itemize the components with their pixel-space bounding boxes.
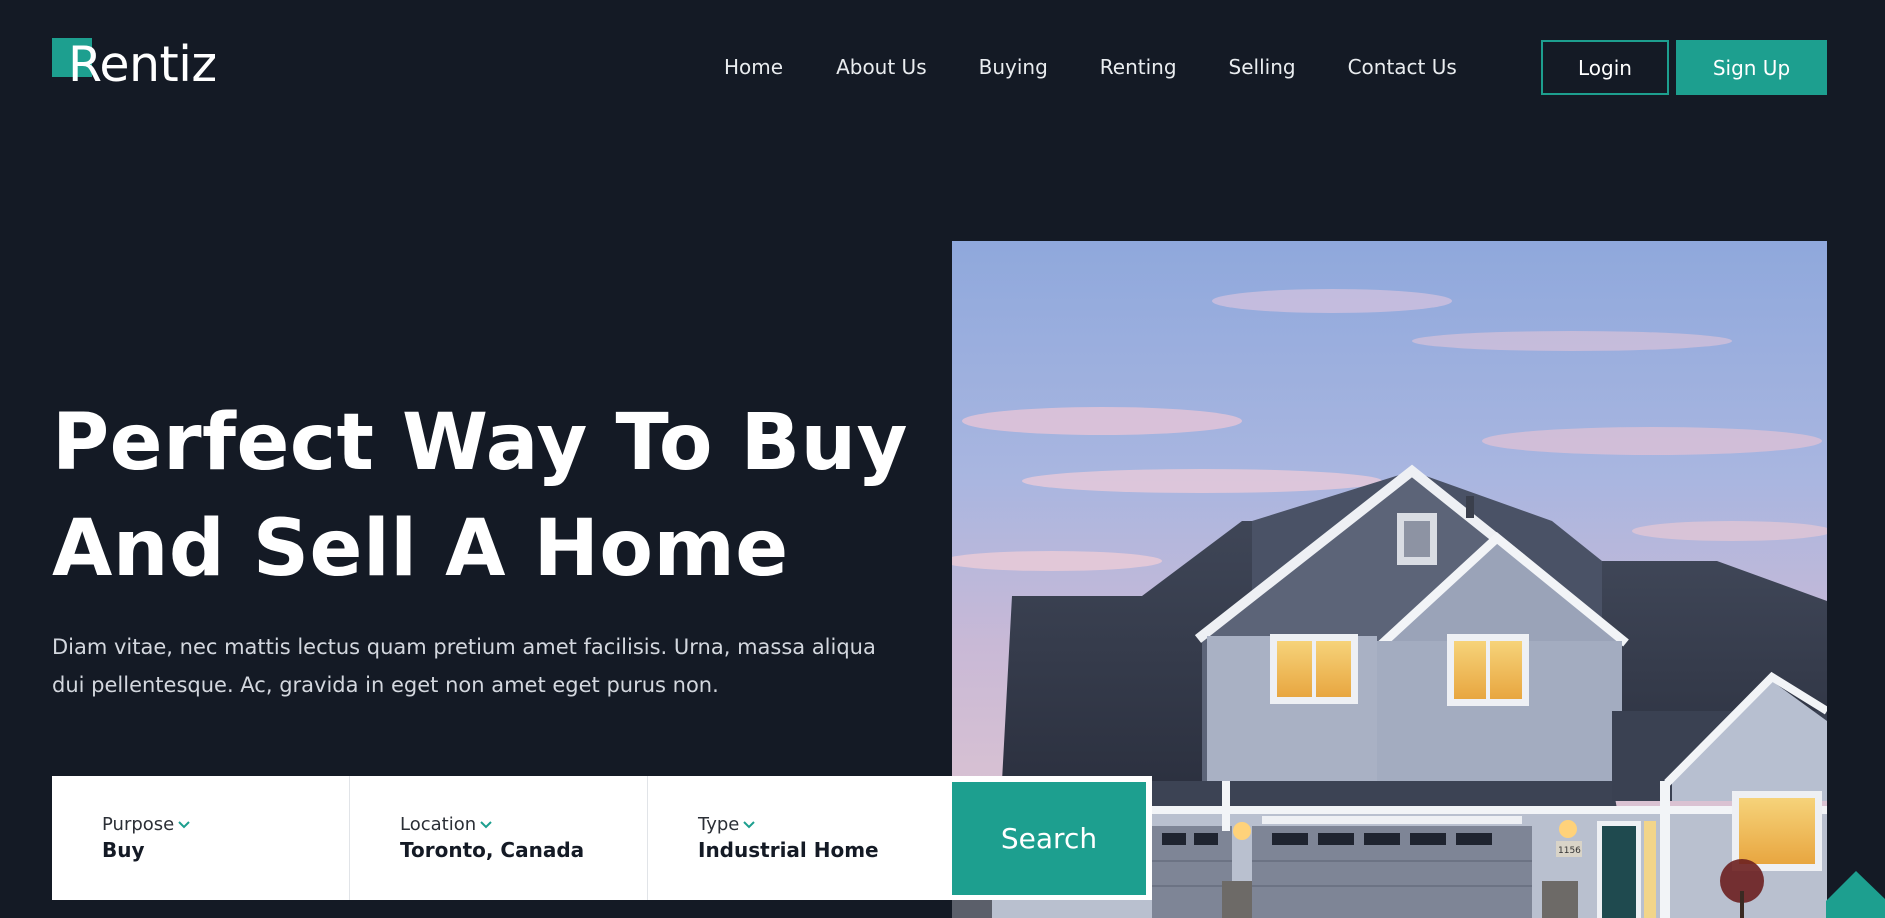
search-button[interactable]: Search [952,782,1146,895]
location-label-text: Location [400,814,477,835]
type-select[interactable]: Type Industrial Home [648,776,946,900]
chevron-down-icon [178,820,190,828]
type-label: Type [698,814,756,835]
triangle-decoration-icon [1826,871,1885,918]
nav-item-renting[interactable]: Renting [1100,56,1177,78]
purpose-label: Purpose [102,814,191,835]
location-label: Location [400,814,493,835]
main-nav: Home About Us Buying Renting Selling Con… [724,56,1457,78]
purpose-select[interactable]: Purpose Buy [52,776,350,900]
hero-description-line-1: Diam vitae, nec mattis lectus quam preti… [52,635,876,659]
page: Rentiz Home About Us Buying Renting Sell… [0,0,1885,918]
nav-item-selling[interactable]: Selling [1229,56,1296,78]
signup-button[interactable]: Sign Up [1676,40,1827,95]
hero-title: Perfect Way To Buy And Sell A Home [52,390,932,602]
brand-name: Rentiz [68,36,217,93]
nav-item-contact-us[interactable]: Contact Us [1348,56,1457,78]
hero-title-line-1: Perfect Way To Buy [52,398,908,488]
purpose-value: Buy [102,838,145,862]
nav-item-buying[interactable]: Buying [979,56,1048,78]
type-value: Industrial Home [698,838,879,862]
property-search-bar: Purpose Buy Location Toronto, Canada Typ… [52,776,952,900]
location-select[interactable]: Location Toronto, Canada [350,776,648,900]
house-number-plate: 1156 [1558,846,1581,856]
nav-item-home[interactable]: Home [724,56,783,78]
nav-item-about-us[interactable]: About Us [836,56,927,78]
chevron-down-icon [743,820,756,828]
type-label-text: Type [698,814,740,835]
chevron-down-icon [480,820,492,828]
hero-description: Diam vitae, nec mattis lectus quam preti… [52,628,932,704]
hero-description-line-2: dui pellentesque. Ac, gravida in eget no… [52,673,719,697]
hero-title-line-2: And Sell A Home [52,504,789,594]
purpose-label-text: Purpose [102,814,175,835]
login-button[interactable]: Login [1541,40,1669,95]
location-value: Toronto, Canada [400,838,585,862]
